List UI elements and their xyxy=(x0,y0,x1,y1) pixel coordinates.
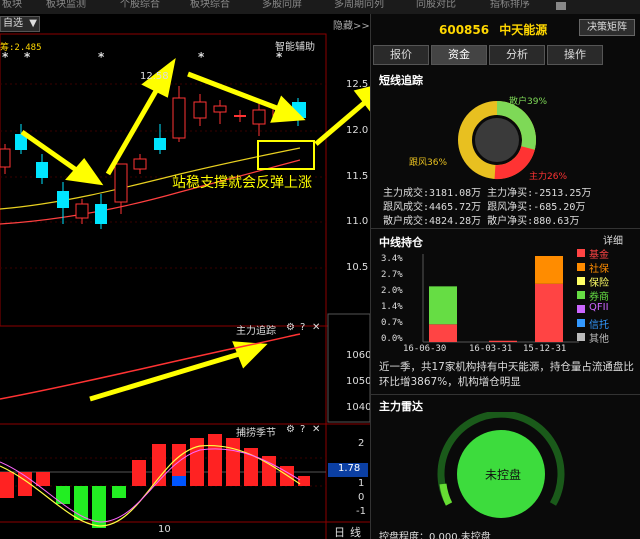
indicator-select[interactable]: 自选 ▼ xyxy=(0,16,40,32)
star-marker: * xyxy=(98,50,105,64)
help-icon[interactable]: ? xyxy=(300,424,305,435)
legend-item: 社保 xyxy=(589,264,609,275)
sub2-title: 捕捞季节 xyxy=(236,428,276,439)
stock-title: 600856 中天能源 xyxy=(439,23,548,37)
menu-item[interactable]: 板块综合 xyxy=(190,0,230,10)
settings-icon[interactable]: ⚙ xyxy=(286,424,295,435)
price-axis-label: 10.5 xyxy=(346,262,369,273)
period-day-button[interactable]: 日 xyxy=(334,524,345,539)
y-axis-label: 0.7% xyxy=(381,318,403,328)
radar-status: 未控盘 xyxy=(485,468,522,482)
close-icon[interactable]: ✕ xyxy=(312,322,320,333)
x-axis-label: 16-03-31 xyxy=(469,344,513,354)
sub2-axis-label: 1 xyxy=(358,478,365,489)
tab-bar: 报价 资金 分析 操作 xyxy=(371,45,640,65)
x-axis-label: 15-12-31 xyxy=(523,344,567,354)
menu-item[interactable]: 指标排序 xyxy=(490,0,530,10)
help-icon[interactable]: ? xyxy=(300,322,305,333)
legend-item: 保险 xyxy=(589,278,609,289)
sub2-current-value: 1.78 xyxy=(338,463,361,474)
sub1-title: 主力追踪 xyxy=(236,326,276,337)
legend-item: 基金 xyxy=(589,250,609,261)
menu-item[interactable]: 个股综合 xyxy=(120,0,160,10)
sub2-axis-label: -1 xyxy=(356,506,366,517)
top-menu-bar: 板块 板块监测 个股综合 板块综合 多股同屏 多周期同列 同股对比 指标排序 xyxy=(0,0,640,14)
tab-funds[interactable]: 资金 xyxy=(431,45,487,65)
menu-item[interactable]: 多股同屏 xyxy=(262,0,302,10)
price-axis-label: 12.0 xyxy=(346,125,369,136)
legend-swatch xyxy=(577,291,585,299)
hold-bar-1 xyxy=(489,340,517,342)
high-price-label: 12.58 xyxy=(140,71,169,82)
period-line-button[interactable]: 线 xyxy=(350,524,361,539)
hold-bar-2 xyxy=(535,283,563,342)
stock-header: 600856 中天能源 决策矩阵 xyxy=(371,14,640,40)
grid-icon[interactable] xyxy=(556,2,566,10)
star-marker: * xyxy=(24,50,31,64)
sub1-axis-label: 1050 xyxy=(346,376,372,387)
price-axis-label: 11.0 xyxy=(346,216,369,227)
legend-item: QFII xyxy=(589,302,609,313)
fund-panel: 600856 中天能源 决策矩阵 报价 资金 分析 操作 短线追踪 散户39% … xyxy=(370,14,640,539)
legend-swatch xyxy=(577,263,585,271)
stat-row: 主力成交:3181.08万 主力净买:-2513.25万 xyxy=(383,188,592,199)
menu-item[interactable]: 板块监测 xyxy=(46,0,86,10)
tab-analysis[interactable]: 分析 xyxy=(489,45,545,65)
y-axis-label: 2.7% xyxy=(381,270,403,280)
decision-matrix-button[interactable]: 决策矩阵 xyxy=(579,19,635,36)
menu-item[interactable]: 板块 xyxy=(2,0,22,10)
legend-item: 其他 xyxy=(589,334,609,345)
mid-hold-bar-chart xyxy=(422,254,579,343)
annotation-text: 站稳支撑就会反弹上涨 xyxy=(172,175,312,191)
divider xyxy=(371,228,640,229)
sub1-axis-label: 1060 xyxy=(346,350,372,361)
tab-operation[interactable]: 操作 xyxy=(547,45,603,65)
legend-item: 信托 xyxy=(589,320,609,331)
legend-swatch xyxy=(577,305,585,313)
legend-item: 券商 xyxy=(589,292,609,303)
hold-bar-2 xyxy=(535,256,563,284)
date-label: 10 xyxy=(158,524,171,535)
sub1-axis-label: 1040 xyxy=(346,402,372,413)
y-axis-label: 1.4% xyxy=(381,302,403,312)
hide-button[interactable]: 隐藏>> xyxy=(333,17,370,32)
legend-swatch xyxy=(577,249,585,257)
y-axis-label: 0.0% xyxy=(381,334,403,344)
sub2-axis-label: 2 xyxy=(358,438,365,449)
star-marker: * xyxy=(276,50,283,64)
retail-pct-label: 散户39% xyxy=(509,97,548,107)
mid-hold-title: 中线持仓 xyxy=(379,236,423,249)
sub2-axis-label: 0 xyxy=(358,492,365,503)
legend-swatch xyxy=(577,333,585,341)
short-track-donut xyxy=(458,101,536,180)
legend-swatch xyxy=(577,319,585,327)
star-marker: * xyxy=(198,50,205,64)
kline-chart-area: 自选 ▼ 筹:2.485 隐藏>> 智能辅助 * * * * * 12.58 站… xyxy=(0,14,372,539)
radar-footer: 控盘程度：0.000,未控盘 xyxy=(379,532,491,539)
menu-item[interactable]: 同股对比 xyxy=(416,0,456,10)
mid-hold-summary: 近一季，共17家机构持有中天能源，持仓量占流通盘比环比增3867%，机构增仓明显 xyxy=(379,361,634,388)
y-axis-label: 2.0% xyxy=(381,286,403,296)
tab-quote[interactable]: 报价 xyxy=(373,45,429,65)
menu-item[interactable]: 多周期同列 xyxy=(334,0,384,10)
legend-swatch xyxy=(577,277,585,285)
stat-row: 跟风成交:4465.72万 跟风净买:-685.20万 xyxy=(383,202,586,213)
detail-link[interactable]: 详细 xyxy=(603,232,623,247)
hold-bar-0 xyxy=(429,286,457,325)
x-axis-label: 16-06-30 xyxy=(403,344,447,354)
follow-pct-label: 跟风36% xyxy=(409,158,448,168)
stat-row: 散户成交:4824.28万 散户净买:880.63万 xyxy=(383,216,580,227)
y-axis-label: 3.4% xyxy=(381,254,403,264)
divider xyxy=(371,394,640,395)
price-axis-label: 11.5 xyxy=(346,171,369,182)
close-icon[interactable]: ✕ xyxy=(312,424,320,435)
settings-icon[interactable]: ⚙ xyxy=(286,322,295,333)
kline-svg xyxy=(0,33,370,539)
star-marker: * xyxy=(2,50,9,64)
hold-bar-0 xyxy=(429,324,457,342)
price-axis-label: 12.5 xyxy=(346,79,369,90)
main-pct-label: 主力26% xyxy=(529,172,568,182)
